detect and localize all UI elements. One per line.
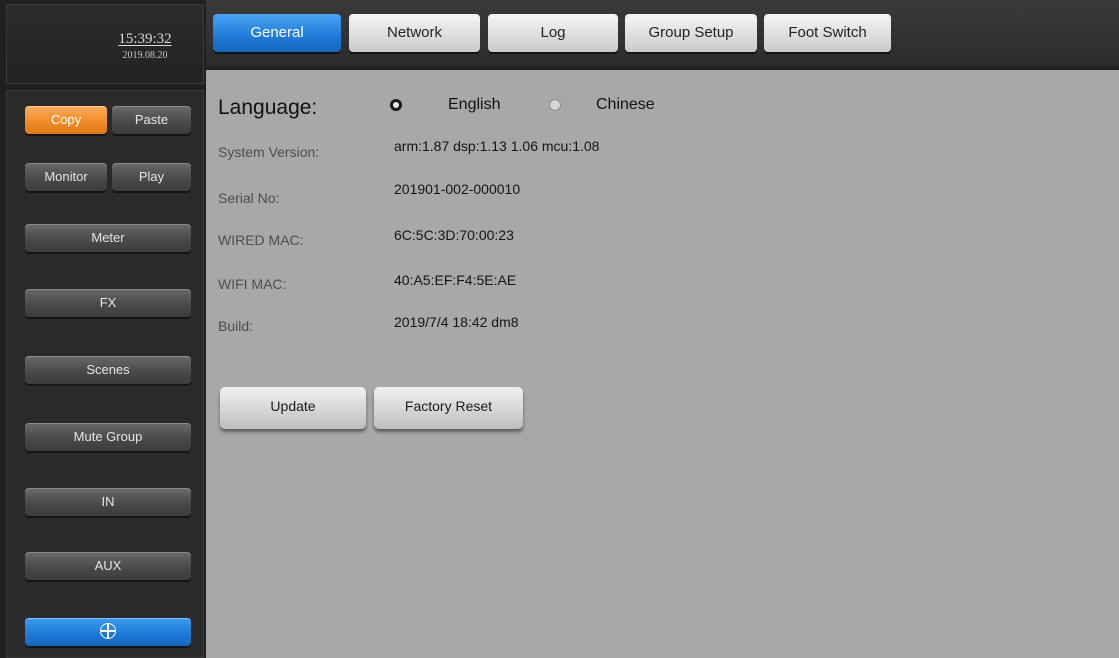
build-label: Build: — [218, 318, 254, 334]
factory-reset-button[interactable]: Factory Reset — [374, 387, 523, 429]
radio-english-label[interactable]: English — [448, 96, 500, 114]
play-button[interactable]: Play — [112, 163, 191, 191]
globe-icon — [100, 623, 116, 640]
sidebar-panel: Copy Paste Monitor Play Meter FX Scenes … — [6, 90, 204, 658]
clock-date: 2019.08.20 — [122, 50, 168, 61]
sidebar-item-scenes[interactable]: Scenes — [25, 356, 191, 384]
wired-mac-value: 6C:5C:3D:70:00:23 — [394, 227, 514, 243]
wifi-mac-label: WIFI MAC: — [218, 276, 287, 292]
system-version-label: System Version: — [218, 144, 320, 160]
radio-chinese-label[interactable]: Chinese — [596, 96, 655, 114]
clock-display: 15:39:32 2019.08.20 — [6, 4, 204, 84]
paste-button[interactable]: Paste — [112, 106, 191, 134]
serial-no-label: Serial No: — [218, 190, 280, 206]
sidebar-item-fx[interactable]: FX — [25, 289, 191, 317]
tab-foot-switch[interactable]: Foot Switch — [764, 14, 891, 52]
tab-bar: General Network Log Group Setup Foot Swi… — [206, 0, 1119, 66]
clock-time: 15:39:32 — [118, 31, 172, 47]
sidebar-item-aux[interactable]: AUX — [25, 552, 191, 580]
language-label: Language: — [218, 96, 318, 119]
radio-english[interactable] — [390, 99, 402, 111]
system-version-value: arm:1.87 dsp:1.13 1.06 mcu:1.08 — [394, 138, 600, 154]
sidebar-item-meter[interactable]: Meter — [25, 224, 191, 252]
tab-log[interactable]: Log — [488, 14, 618, 52]
general-settings-panel: Language: English Chinese System Version… — [206, 70, 1119, 658]
sidebar: 15:39:32 2019.08.20 Copy Paste Monitor P… — [6, 0, 204, 658]
update-button[interactable]: Update — [220, 387, 366, 429]
monitor-button[interactable]: Monitor — [25, 163, 107, 191]
network-globe-button[interactable] — [25, 618, 191, 646]
build-value: 2019/7/4 18:42 dm8 — [394, 314, 519, 330]
tab-network[interactable]: Network — [349, 14, 480, 52]
radio-chinese[interactable] — [549, 99, 561, 111]
wired-mac-label: WIRED MAC: — [218, 232, 304, 248]
tab-general[interactable]: General — [213, 14, 341, 52]
wifi-mac-value: 40:A5:EF:F4:5E:AE — [394, 272, 517, 288]
sidebar-item-mute-group[interactable]: Mute Group — [25, 423, 191, 451]
sidebar-item-in[interactable]: IN — [25, 488, 191, 516]
serial-no-value: 201901-002-000010 — [394, 181, 521, 197]
tab-group-setup[interactable]: Group Setup — [625, 14, 757, 52]
copy-button[interactable]: Copy — [25, 106, 107, 134]
mixer-settings-app: 15:39:32 2019.08.20 Copy Paste Monitor P… — [0, 0, 1119, 658]
